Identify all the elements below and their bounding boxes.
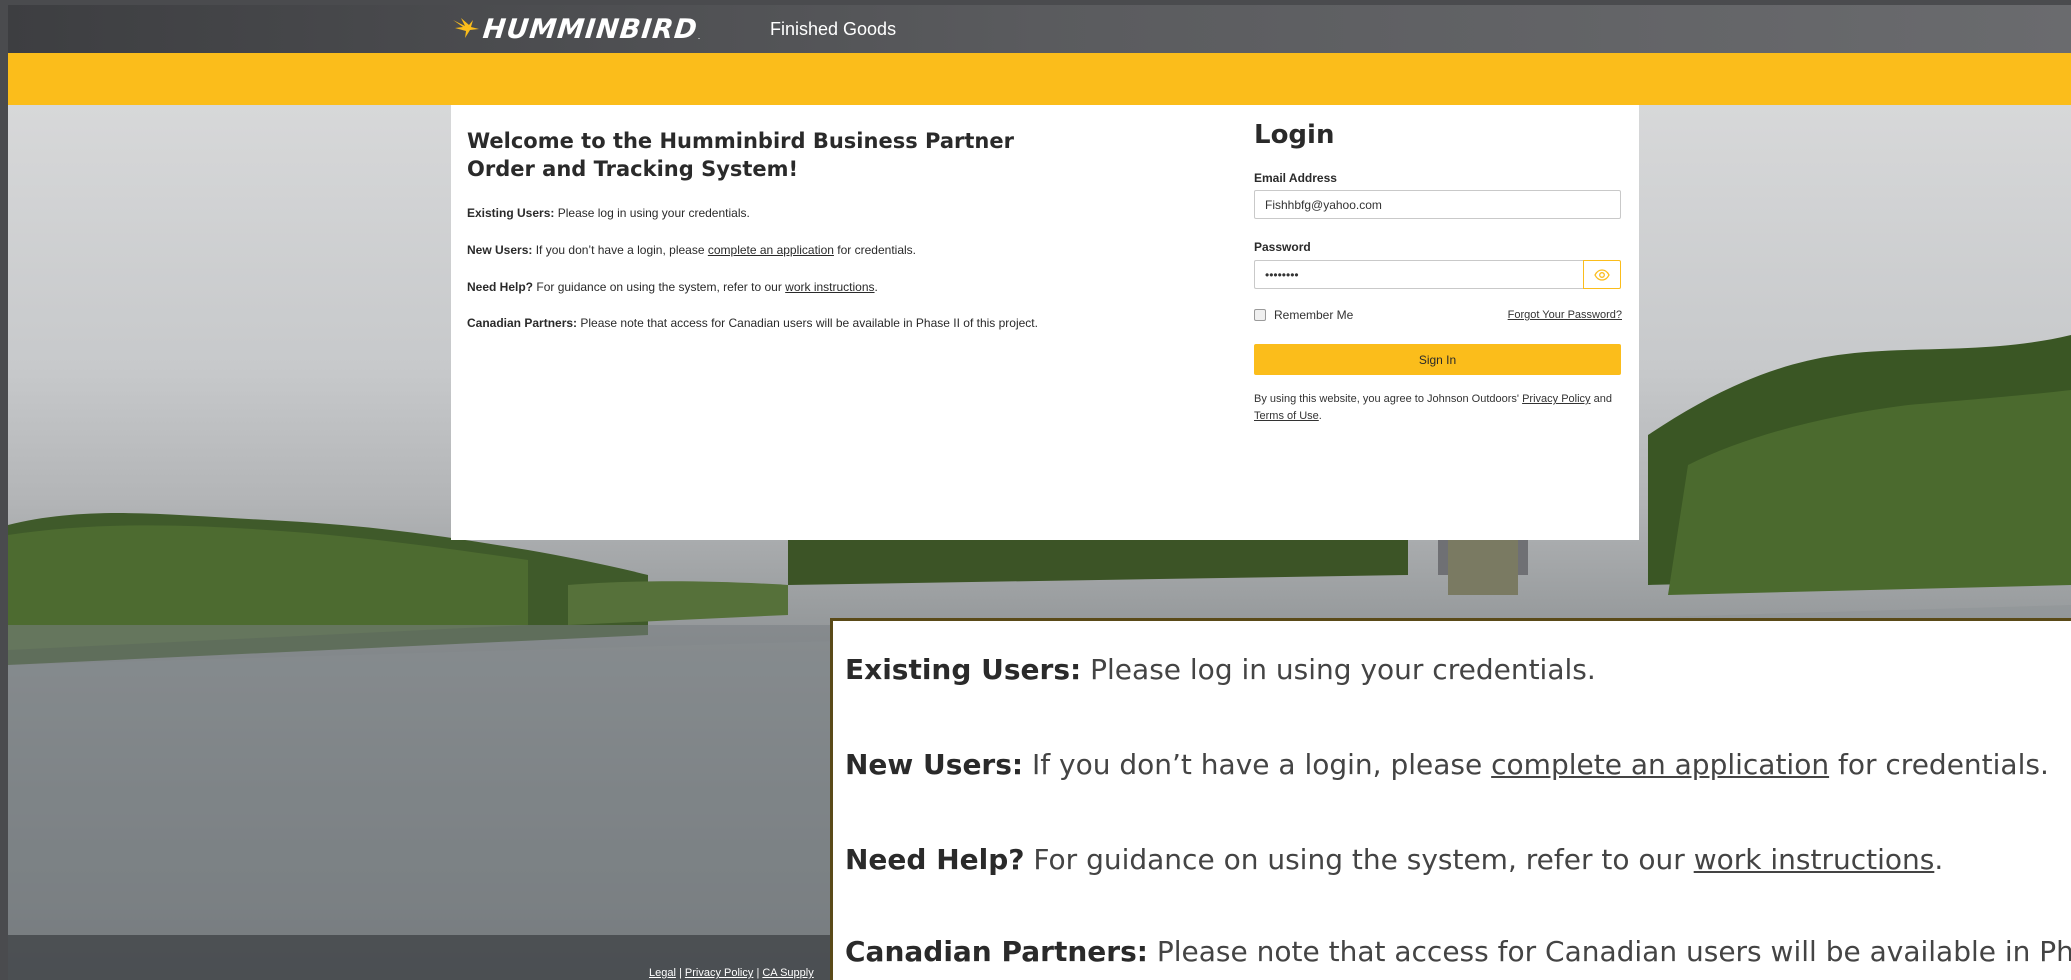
- zoom-existing-users-text: Please log in using your credentials.: [1090, 653, 1596, 686]
- existing-users-text: Please log in using your credentials.: [557, 206, 750, 220]
- new-users-text: If you don’t have a login, please: [535, 243, 705, 257]
- app-name: Finished Goods: [770, 19, 897, 39]
- forgot-password-link[interactable]: Forgot Your Password?: [1508, 309, 1622, 321]
- brand-trademark: .: [697, 31, 701, 41]
- terms-notice: By using this website, you agree to John…: [1254, 391, 1614, 425]
- canadian-partners-text: Please note that access for Canadian use…: [580, 316, 1038, 330]
- brand-name: HUMMINBIRD: [481, 13, 700, 45]
- show-password-button[interactable]: [1583, 260, 1621, 289]
- canadian-partners-label: Canadian Partners:: [467, 316, 578, 330]
- remember-me-option[interactable]: Remember Me: [1254, 308, 1353, 322]
- page-title: Welcome to the Humminbird Business Partn…: [467, 129, 1014, 181]
- eye-icon: [1594, 268, 1610, 281]
- complete-application-link[interactable]: complete an application: [708, 243, 834, 257]
- zoom-complete-application-link[interactable]: complete an application: [1491, 748, 1829, 781]
- email-field[interactable]: [1254, 190, 1621, 219]
- zoom-need-help-note: Need Help? For guidance on using the sys…: [845, 843, 1943, 876]
- new-users-text-end: for credentials.: [837, 243, 916, 257]
- footer-ca-supply-link[interactable]: CA Supply: [762, 967, 813, 979]
- need-help-text: For guidance on using the system, refer …: [536, 280, 782, 294]
- hummingbird-logo-icon: [453, 18, 479, 38]
- brand-logo[interactable]: HUMMINBIRD .: [451, 5, 700, 53]
- zoom-new-users-label: New Users:: [845, 748, 1024, 781]
- top-navigation-bar: HUMMINBIRD . Finished Goods: [8, 5, 2071, 53]
- terms-and: and: [1593, 393, 1612, 405]
- password-field[interactable]: [1254, 260, 1583, 289]
- zoom-canadian-partners-text: Please note that access for Canadian use…: [1156, 935, 2071, 968]
- footer-separator: |: [678, 967, 682, 979]
- new-users-label: New Users:: [467, 243, 533, 257]
- need-help-label: Need Help?: [467, 280, 534, 294]
- need-help-note: Need Help? For guidance on using the sys…: [467, 280, 1267, 294]
- existing-users-note: Existing Users: Please log in using your…: [467, 206, 1267, 220]
- email-label: Email Address: [1254, 171, 1337, 185]
- existing-users-label: Existing Users:: [467, 206, 555, 220]
- zoom-need-help-label: Need Help?: [845, 843, 1025, 876]
- zoom-new-users-text: If you don’t have a login, please: [1032, 748, 1483, 781]
- footer-privacy-link[interactable]: Privacy Policy: [685, 967, 753, 979]
- footer-legal-link[interactable]: Legal: [649, 967, 676, 979]
- content-panel: Welcome to the Humminbird Business Partn…: [451, 105, 1639, 540]
- zoom-new-users-note: New Users: If you don’t have a login, pl…: [845, 748, 2049, 781]
- canadian-partners-note: Canadian Partners: Please note that acce…: [467, 316, 1267, 330]
- zoomed-callout: Existing Users: Please log in using your…: [830, 618, 2071, 980]
- work-instructions-link[interactable]: work instructions: [785, 280, 874, 294]
- password-label: Password: [1254, 240, 1311, 254]
- zoom-existing-users-label: Existing Users:: [845, 653, 1082, 686]
- zoom-existing-users-note: Existing Users: Please log in using your…: [845, 653, 1596, 686]
- login-title: Login: [1254, 120, 1335, 150]
- terms-of-use-link[interactable]: Terms of Use: [1254, 410, 1319, 422]
- zoom-canadian-partners-note: Canadian Partners: Please note that acce…: [845, 935, 2071, 968]
- privacy-policy-link[interactable]: Privacy Policy: [1522, 393, 1590, 405]
- need-help-period: .: [874, 280, 878, 294]
- remember-me-checkbox[interactable]: [1254, 309, 1266, 321]
- terms-text: By using this website, you agree to John…: [1254, 393, 1520, 405]
- terms-period: .: [1318, 410, 1322, 422]
- app-frame: HUMMINBIRD . Finished Goods Welcome to t…: [8, 5, 2071, 980]
- footer-links: Legal | Privacy Policy | CA Supply: [649, 967, 814, 979]
- new-users-note: New Users: If you don’t have a login, pl…: [467, 243, 1267, 257]
- footer-separator: |: [756, 967, 760, 979]
- sign-in-button[interactable]: Sign In: [1254, 344, 1621, 375]
- zoom-need-help-text: For guidance on using the system, refer …: [1033, 843, 1685, 876]
- accent-band: [8, 53, 2071, 105]
- zoom-new-users-text-end: for credentials.: [1838, 748, 2049, 781]
- zoom-need-help-period: .: [1934, 843, 1944, 876]
- zoom-work-instructions-link[interactable]: work instructions: [1694, 843, 1935, 876]
- zoom-canadian-partners-label: Canadian Partners:: [845, 935, 1148, 968]
- remember-me-label: Remember Me: [1274, 308, 1354, 322]
